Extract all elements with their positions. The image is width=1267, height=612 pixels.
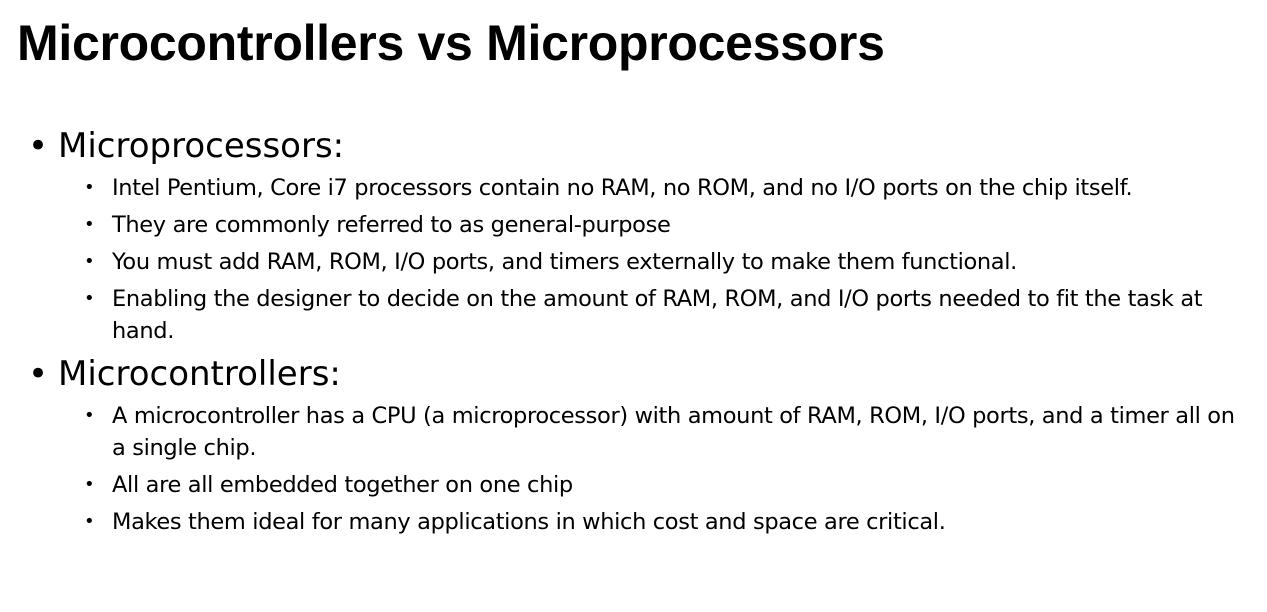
slide: Microcontrollers vs Microprocessors • Mi… xyxy=(0,0,1267,612)
bullet-list: • Intel Pentium, Core i7 processors cont… xyxy=(28,172,1253,347)
list-item-text: They are commonly referred to as general… xyxy=(112,212,671,238)
bullet-icon: • xyxy=(84,177,95,198)
section-microprocessors: • Microprocessors: • Intel Pentium, Core… xyxy=(28,124,1253,347)
list-item-text: A microcontroller has a CPU (a microproc… xyxy=(112,403,1235,461)
slide-title: Microcontrollers vs Microprocessors xyxy=(17,15,885,71)
section-heading: • Microprocessors: xyxy=(28,124,1253,168)
list-item: • A microcontroller has a CPU (a micropr… xyxy=(84,400,1253,464)
bullet-icon: • xyxy=(84,214,95,235)
list-item-text: Intel Pentium, Core i7 processors contai… xyxy=(112,175,1133,201)
section-heading-text: Microprocessors: xyxy=(58,126,345,166)
section-heading: • Microcontrollers: xyxy=(28,352,1253,396)
list-item: • Intel Pentium, Core i7 processors cont… xyxy=(84,172,1253,204)
list-item: • All are all embedded together on one c… xyxy=(84,469,1253,501)
list-item-text: Makes them ideal for many applications i… xyxy=(112,509,946,535)
list-item: • Enabling the designer to decide on the… xyxy=(84,283,1253,347)
bullet-list: • A microcontroller has a CPU (a micropr… xyxy=(28,400,1253,538)
bullet-icon: • xyxy=(84,511,95,532)
slide-content: • Microprocessors: • Intel Pentium, Core… xyxy=(28,124,1253,543)
section-heading-text: Microcontrollers: xyxy=(58,354,341,394)
list-item-text: Enabling the designer to decide on the a… xyxy=(112,286,1203,344)
bullet-icon: • xyxy=(28,126,49,166)
section-microcontrollers: • Microcontrollers: • A microcontroller … xyxy=(28,352,1253,538)
list-item-text: You must add RAM, ROM, I/O ports, and ti… xyxy=(112,249,1017,275)
list-item: • You must add RAM, ROM, I/O ports, and … xyxy=(84,246,1253,278)
list-item: • Makes them ideal for many applications… xyxy=(84,506,1253,538)
bullet-icon: • xyxy=(84,405,95,426)
bullet-icon: • xyxy=(84,251,95,272)
list-item-text: All are all embedded together on one chi… xyxy=(112,472,573,498)
bullet-icon: • xyxy=(84,474,95,495)
list-item: • They are commonly referred to as gener… xyxy=(84,209,1253,241)
bullet-icon: • xyxy=(84,288,95,309)
bullet-icon: • xyxy=(28,354,49,394)
